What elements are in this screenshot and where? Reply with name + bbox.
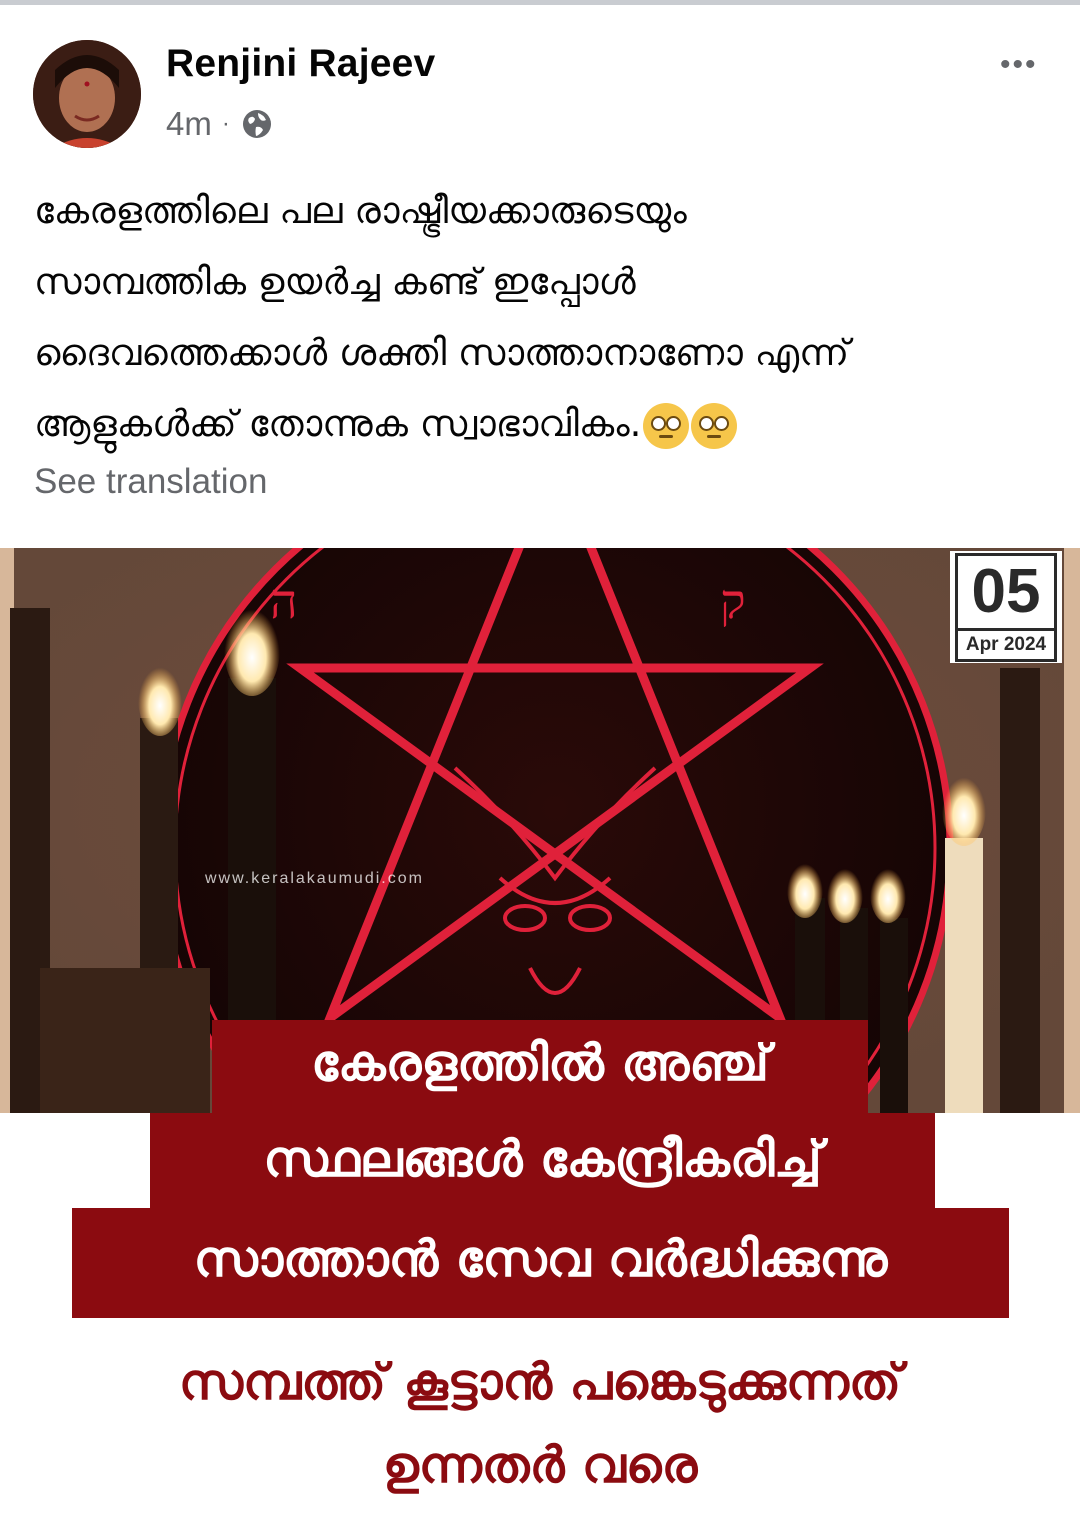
svg-text:ק: ק (720, 574, 746, 630)
post-time[interactable]: 4m (166, 105, 212, 143)
meta-separator: · (221, 110, 230, 137)
date-day: 05 (955, 553, 1057, 628)
rolling-eyes-emoji-icon (691, 402, 738, 449)
post-text-line: ആളുകൾക്ക് തോന്നുക സ്വാഭാവികം. (34, 388, 1044, 459)
globe-icon[interactable] (240, 107, 274, 141)
post-image[interactable]: ה ק www.keralakaumudi.com 05 Apr 2024 കേ… (0, 548, 1080, 1526)
headline-line-1: കേരളത്തിൽ അഞ്ച് (311, 1034, 769, 1092)
post-text-line: സാമ്പത്തിക ഉയർച്ച കണ്ട് ഇപ്പോൾ (34, 260, 636, 303)
more-options-icon[interactable]: ••• (1000, 48, 1038, 82)
post-text: കേരളത്തിലെ പല രാഷ്ട്രീയക്കാരുടെയും സാമ്പ… (34, 175, 1044, 459)
author-avatar[interactable] (33, 40, 141, 148)
avatar-photo (33, 40, 141, 148)
rolling-eyes-emoji-icon (643, 402, 690, 449)
top-divider (0, 0, 1080, 5)
post-text-line: കേരളത്തിലെ പല രാഷ്ട്രീയക്കാരുടെയും (34, 189, 687, 232)
post-meta: 4m · (166, 104, 274, 144)
date-badge: 05 Apr 2024 (950, 551, 1062, 663)
headline-line-2: സ്ഥലങ്ങൾ കേന്ദ്രീകരിച്ച് (263, 1130, 822, 1188)
see-translation-link[interactable]: See translation (34, 462, 267, 502)
author-name[interactable]: Renjini Rajeev (166, 42, 435, 86)
subheadline-line-2: ഉന്നതർ വരെ (382, 1436, 698, 1494)
subheadline-line-1: സമ്പത്ത് കൂട്ടാൻ പങ്കെടുക്കുന്നത് (178, 1353, 902, 1411)
date-month: Apr 2024 (955, 628, 1057, 662)
watermark: www.keralakaumudi.com (204, 870, 424, 887)
headline-line-3: സാത്താൻ സേവ വർദ്ധിക്കുന്നു (193, 1230, 888, 1288)
post-text-line-4: ആളുകൾക്ക് തോന്നുക സ്വാഭാവികം. (34, 402, 642, 445)
post-text-line: ദൈവത്തെക്കാൾ ശക്തി സാത്താനാണോ എന്ന് (34, 331, 850, 374)
